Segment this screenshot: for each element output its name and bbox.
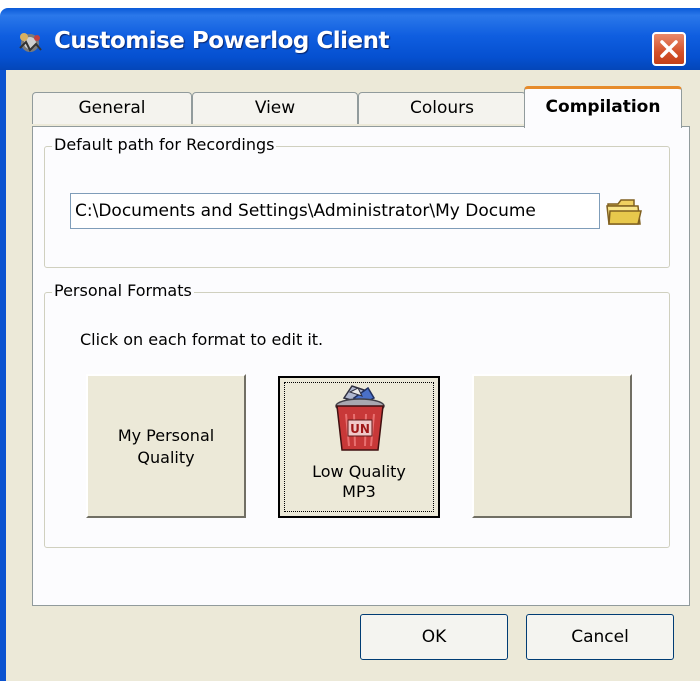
- window-titlebar[interactable]: Customise Powerlog Client: [0, 8, 700, 70]
- window-title: Customise Powerlog Client: [54, 28, 390, 54]
- format-button-empty[interactable]: [472, 374, 632, 518]
- recordings-path-input[interactable]: C:\Documents and Settings\Administrator\…: [70, 193, 600, 229]
- close-icon: [660, 40, 678, 58]
- ok-button[interactable]: OK: [360, 614, 508, 660]
- tab-general[interactable]: General: [32, 92, 192, 124]
- formats-hint: Click on each format to edit it.: [80, 330, 324, 349]
- close-button[interactable]: [652, 32, 686, 66]
- powerlog-app-icon: [16, 30, 44, 54]
- tab-colours[interactable]: Colours: [358, 92, 526, 124]
- format-label-line2: Quality: [137, 448, 195, 467]
- browse-folder-button[interactable]: [604, 195, 644, 229]
- format-label-line2: MP3: [342, 482, 376, 501]
- format-button-my-personal-quality[interactable]: My Personal Quality: [86, 374, 246, 518]
- svg-text:UN: UN: [350, 422, 370, 436]
- format-button-low-quality-mp3[interactable]: UN Low Quality MP3: [278, 376, 440, 518]
- personal-formats-group-label: Personal Formats: [52, 281, 194, 300]
- folder-icon: [606, 199, 642, 225]
- tab-compilation[interactable]: Compilation: [524, 86, 682, 128]
- format-label-line1: My Personal: [117, 426, 215, 445]
- tab-view[interactable]: View: [192, 92, 358, 124]
- trash-bin-icon: UN: [335, 385, 385, 451]
- format-label-line1: Low Quality: [312, 462, 406, 481]
- recordings-group-label: Default path for Recordings: [52, 135, 277, 154]
- cancel-button[interactable]: Cancel: [526, 614, 674, 660]
